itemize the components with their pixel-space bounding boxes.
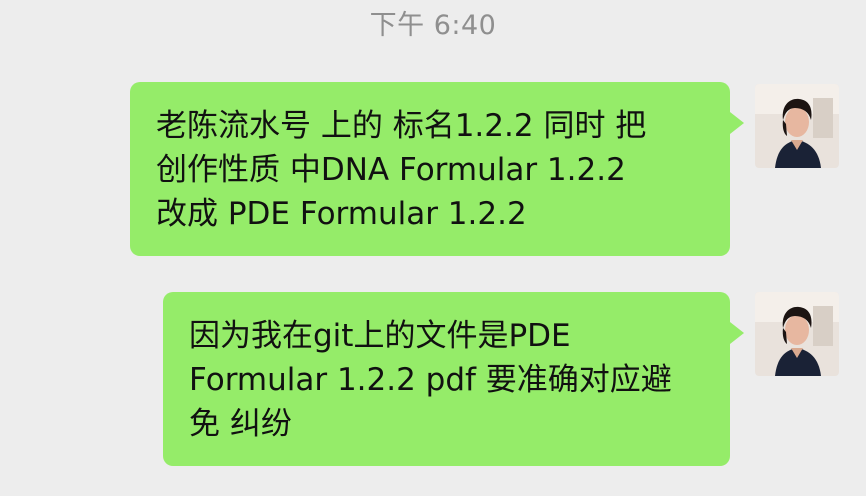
bubble-tail — [730, 322, 744, 344]
message-text-line: 老陈流水号 上的 标名1.2.2 同时 把 — [156, 108, 647, 144]
message-text-line: 因为我在git上的文件是PDE — [189, 318, 571, 354]
user-photo-icon — [755, 84, 839, 168]
avatar[interactable] — [755, 292, 839, 376]
message-text-line: 改成 PDE Formular 1.2.2 — [156, 196, 527, 232]
message-text-line: 免 纠纷 — [189, 406, 292, 442]
user-photo-icon — [755, 292, 839, 376]
chat-timestamp: 下午 6:40 — [369, 10, 497, 41]
message-bubble[interactable]: 因为我在git上的文件是PDE Formular 1.2.2 pdf 要准确对应… — [163, 292, 744, 466]
message-text-line: Formular 1.2.2 pdf 要准确对应避 — [189, 362, 672, 398]
message-text-line: 创作性质 中DNA Formular 1.2.2 — [156, 152, 626, 188]
avatar[interactable] — [755, 84, 839, 168]
message-bubble[interactable]: 老陈流水号 上的 标名1.2.2 同时 把 创作性质 中DNA Formular… — [130, 82, 744, 256]
bubble-tail — [730, 112, 744, 134]
